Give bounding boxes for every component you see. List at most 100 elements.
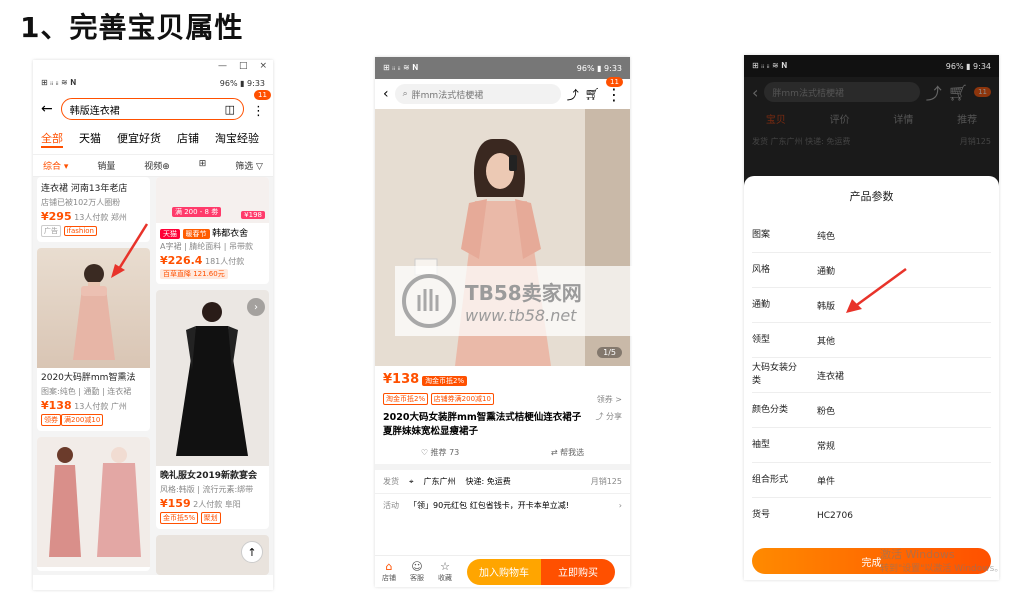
status-left: ⊞ ᵢᵢ ᵢᵢ ≋ 𝐍 — [383, 63, 419, 72]
tab-cheap[interactable]: 便宜好货 — [117, 130, 161, 148]
param-key: 颜色分类 — [752, 404, 789, 415]
favorite-label: 收藏 — [438, 574, 452, 582]
activity-label: 活动 — [383, 501, 399, 510]
product-card[interactable]: 满 200 - 8 劵 ¥198 天猫 暖春节 韩都衣舍 A字裙 | 腈纶面料 … — [156, 177, 269, 284]
tab-reviews[interactable]: 评价 — [830, 111, 850, 126]
param-row: 大码女装分类 连衣裙 — [752, 358, 991, 393]
param-value: 韩版 — [817, 301, 836, 312]
search-input[interactable]: ⌕ 胖mm法式桔梗裙 — [394, 84, 561, 104]
shipping-fee: 快递: 免运费 — [465, 477, 511, 486]
favorite-button[interactable]: ☆ 收藏 — [431, 560, 459, 583]
windows-activation-watermark: 激活 Windows 转到"设置"以激活 Windows。 — [880, 548, 1003, 576]
product-card[interactable] — [37, 437, 150, 571]
help-choose-button[interactable]: ⇄ 帮我选 — [551, 447, 584, 458]
next-arrow-icon[interactable]: › — [247, 298, 265, 316]
cart-icon[interactable]: 🛒︎ — [585, 87, 600, 101]
sort-sales[interactable]: 销量 — [97, 159, 115, 172]
product-image — [37, 437, 150, 567]
coupon-row[interactable]: 淘金币抵2% 店铺券满200减10 领券 > — [375, 393, 630, 409]
shop-icon: ⌂ — [385, 560, 393, 573]
image-counter: 1/5 — [597, 347, 622, 358]
shipping-row[interactable]: 发货 ⌖ 广东广州 快递: 免运费 月销125 — [375, 470, 630, 494]
tab-details[interactable]: 详情 — [893, 111, 913, 126]
detail-top-bar: ‹ ⌕ 胖mm法式桔梗裙 ⤴ 🛒︎ ⋮ 11 — [375, 76, 630, 109]
recommend-row: ♡ 推荐 73 ⇄ 帮我选 — [375, 441, 630, 470]
more-menu[interactable]: ⋮ 11 — [252, 89, 271, 119]
back-arrow-icon[interactable]: ← — [41, 101, 53, 117]
detail-tabs: 宝贝 评价 详情 推荐 — [744, 107, 999, 130]
activation-line-2: 转到"设置"以激活 Windows。 — [880, 564, 1004, 574]
monthly-sales: 月销125 — [959, 137, 991, 146]
tab-item[interactable]: 宝贝 — [766, 111, 786, 126]
param-row: 颜色分类 粉色 — [752, 393, 991, 428]
tb58-logo-icon — [402, 274, 456, 328]
filter-button[interactable]: 筛选 ▽ — [235, 159, 263, 172]
product-sub: 图案:纯色 | 通勤 | 连衣裙 — [41, 387, 132, 396]
close-icon[interactable]: × — [259, 61, 267, 71]
get-coupon-link[interactable]: 领券 > — [597, 394, 622, 405]
message-badge: 11 — [606, 76, 623, 87]
product-card[interactable]: ↑ — [156, 535, 269, 575]
share-icon[interactable]: ⤴ — [926, 80, 942, 104]
title-row: 2020大码女装胖mm智熏法式桔梗仙连衣裙子夏胖妹妹宽松显瘦裙子 ⤴ 分享 — [375, 409, 630, 441]
cardigan-photo-illustration — [49, 447, 141, 557]
tab-shop[interactable]: 店铺 — [177, 130, 199, 148]
more-menu[interactable]: ⋮ 11 — [606, 76, 623, 104]
maximize-icon[interactable]: □ — [239, 61, 248, 71]
search-input[interactable]: 韩版连衣裙 ◫ — [60, 98, 244, 120]
more-icon[interactable]: ⋮ — [606, 85, 622, 104]
search-results-screen: — □ × ⊞ ᵢᵢ ᵢᵢ ≋ 𝐍 96% ▮ 9:33 ← 韩版连衣裙 ◫ ⋮… — [33, 60, 273, 590]
back-chevron-icon[interactable]: ‹ — [383, 86, 389, 102]
product-title: 韩都衣舍 — [212, 229, 249, 239]
grid-column-right: 满 200 - 8 劵 ¥198 天猫 暖春节 韩都衣舍 A字裙 | 腈纶面料 … — [156, 177, 269, 575]
back-to-top-icon[interactable]: ↑ — [241, 541, 263, 563]
festival-tag: 暖春节 — [182, 229, 210, 239]
slide-heading: 1、完善宝贝属性 — [20, 11, 244, 44]
param-key: 风格 — [752, 264, 771, 275]
service-button[interactable]: ☺ 客服 — [403, 560, 431, 583]
param-row: 组合形式 单件 — [752, 463, 991, 498]
product-card[interactable]: › 晚礼服女2019新款宴会 风格:韩版 | 流行元素:绑带 ¥159 2人付款… — [156, 290, 269, 529]
shop-label: 店铺 — [382, 574, 396, 582]
slide: 1、完善宝贝属性 — □ × ⊞ ᵢᵢ ᵢᵢ ≋ 𝐍 96% ▮ 9:33 ← … — [0, 0, 1024, 603]
shop-button[interactable]: ⌂ 店铺 — [375, 560, 403, 583]
activity-row[interactable]: 活动 「领」90元红包 红包省钱卡，开卡本单立减! › — [375, 494, 630, 517]
share-icon[interactable]: ⤴ — [567, 86, 579, 103]
add-to-cart-button[interactable]: 加入购物车 — [467, 558, 541, 585]
message-badge: 11 — [974, 87, 991, 97]
share-button[interactable]: ⤴ 分享 — [595, 411, 622, 439]
service-label: 客服 — [410, 574, 424, 582]
param-value: 纯色 — [817, 231, 836, 242]
shipping-origin: 广东广州 — [423, 477, 456, 486]
status-bar: ⊞ ᵢᵢ ᵢᵢ ≋ 𝐍 96% ▮ 9:33 — [33, 72, 273, 94]
minimize-icon[interactable]: — — [218, 61, 227, 71]
tab-all[interactable]: 全部 — [41, 130, 63, 148]
camera-icon[interactable]: ◫ — [225, 103, 235, 116]
monthly-sales: 月销125 — [590, 477, 622, 486]
sort-comprehensive[interactable]: 综合 ▾ — [43, 159, 68, 172]
product-image: 满 200 - 8 劵 ¥198 — [156, 177, 269, 223]
recommend-button[interactable]: ♡ 推荐 73 — [421, 447, 459, 458]
tab-tmall[interactable]: 天猫 — [79, 130, 101, 148]
buy-now-button[interactable]: 立即购买 — [541, 558, 615, 585]
help-choose-label: 帮我选 — [560, 448, 585, 457]
cart-icon[interactable]: 🛒︎ — [948, 83, 968, 102]
product-params-screen: ⊞ ᵢᵢ ᵢᵢ ≋ 𝐍 96% ▮ 9:34 ‹ 胖mm法式桔梗裙 ⤴ 🛒︎ 1… — [744, 55, 999, 580]
back-chevron-icon[interactable]: ‹ — [752, 83, 758, 102]
activity-value: 「领」90元红包 红包省钱卡，开卡本单立减! — [409, 501, 569, 510]
search-row: ← 韩版连衣裙 ◫ ⋮ 11 — [33, 89, 273, 124]
status-right: 96% ▮ 9:34 — [945, 61, 991, 71]
grid-view-icon[interactable]: ⊞ — [199, 159, 207, 172]
watermark-url: www.tb58.net — [465, 306, 577, 325]
tab-recommend[interactable]: 推荐 — [957, 111, 977, 126]
search-input[interactable]: 胖mm法式桔梗裙 — [764, 82, 920, 102]
shipping-fee: 快递: 免运费 — [805, 137, 851, 146]
param-row: 货号 HC2706 — [752, 498, 991, 533]
more-icon[interactable]: ⋮ — [252, 104, 265, 119]
tab-experience[interactable]: 淘宝经验 — [215, 130, 259, 148]
sheet-title: 产品参数 — [849, 190, 894, 203]
sort-video[interactable]: 视频⊕ — [144, 159, 170, 172]
coin-tag: 金币抵5% — [160, 512, 199, 524]
red-arrow-annotation — [111, 223, 149, 278]
activation-line-1: 激活 Windows — [880, 548, 955, 561]
